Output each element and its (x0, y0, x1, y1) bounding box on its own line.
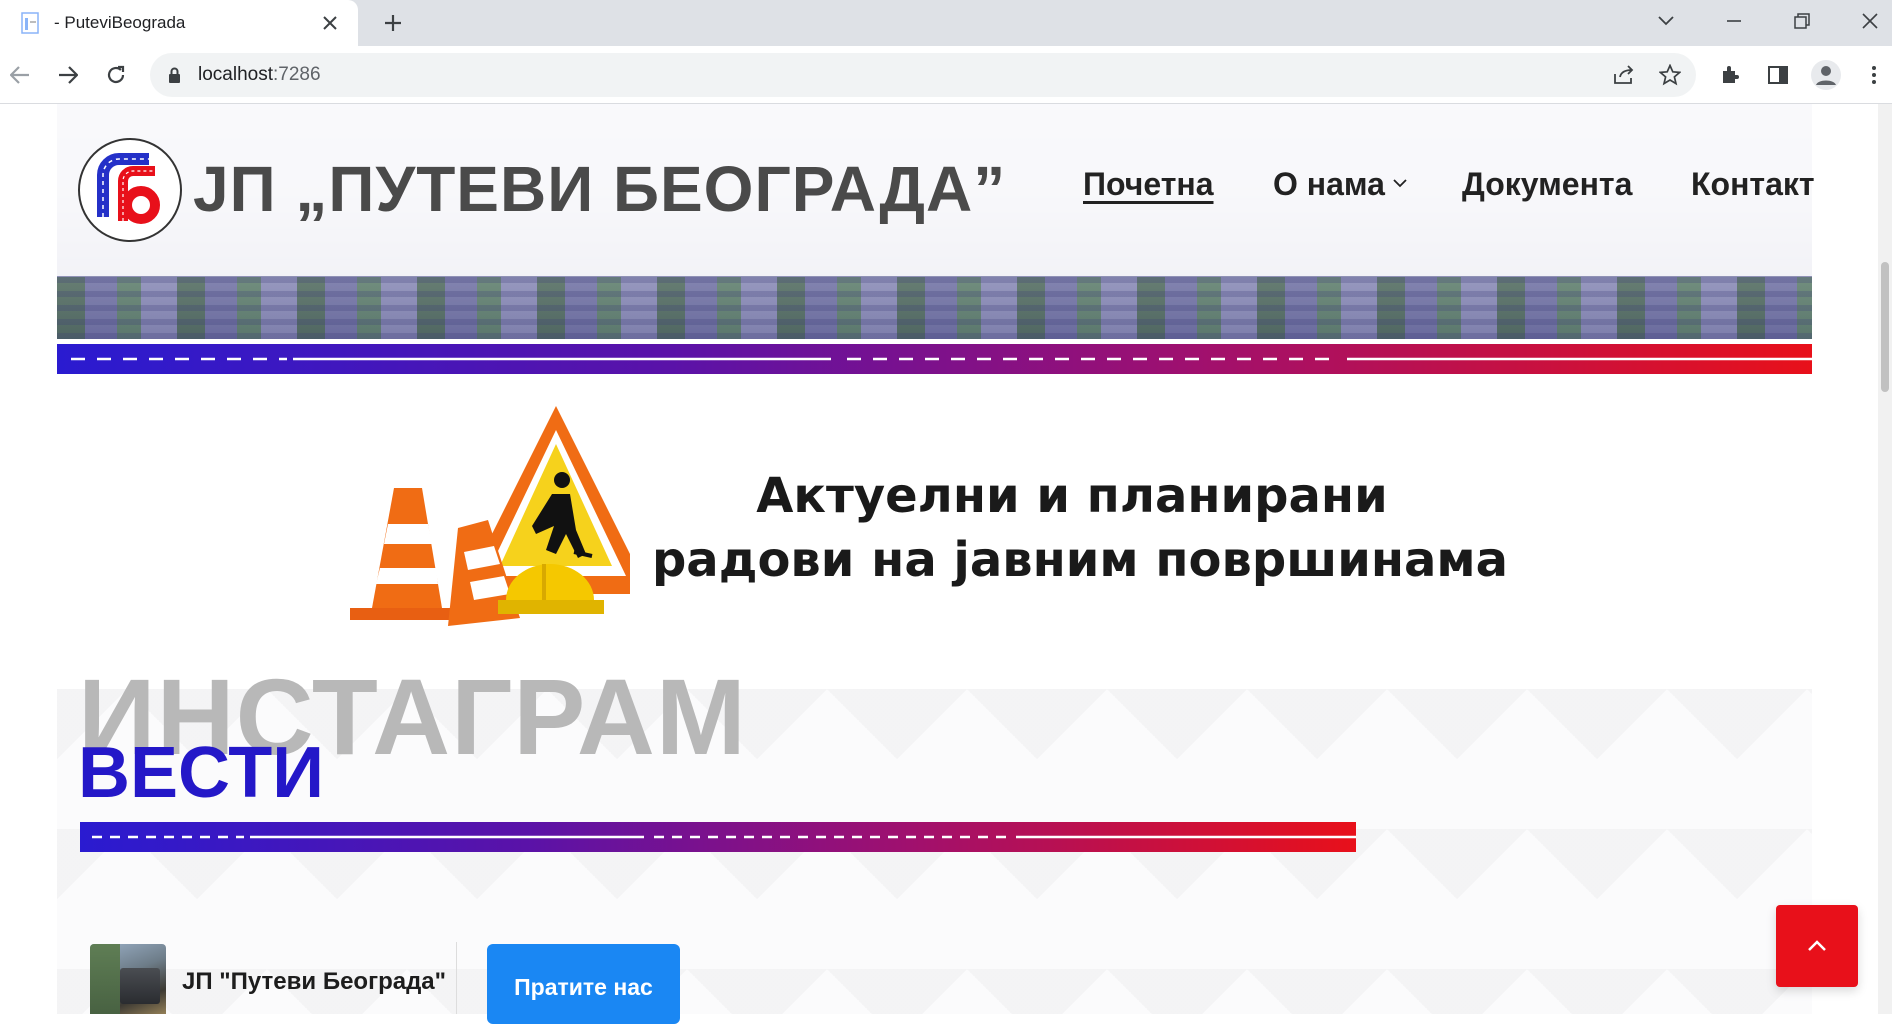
lock-icon[interactable] (168, 66, 182, 84)
nav-item-documents[interactable]: Документа (1462, 162, 1632, 206)
nav-label[interactable]: Почетна (1083, 166, 1214, 203)
chevron-down-icon[interactable] (1393, 175, 1407, 193)
browser-toolbar: localhost:7286 (0, 46, 1892, 104)
avatar-truck (120, 968, 160, 1004)
profile-icon[interactable] (1810, 59, 1842, 91)
page-scrollbar[interactable] (1878, 104, 1892, 1014)
more-menu-icon[interactable] (1858, 59, 1890, 91)
extensions-icon[interactable] (1714, 59, 1746, 91)
roadworks-illustration (350, 406, 650, 626)
chevron-up-icon (1808, 940, 1826, 951)
profile-name[interactable]: ЈП "Путеви Београда" (182, 968, 446, 996)
city-photo-overlay (57, 277, 1812, 339)
works-line-2: радови на јавним површинама (651, 532, 1509, 588)
side-panel-icon[interactable] (1762, 59, 1794, 91)
instagram-profile[interactable]: ЈП "Путеви Београда" (90, 944, 446, 1014)
site-logo[interactable] (77, 137, 183, 243)
star-icon[interactable] (1656, 61, 1684, 89)
avatar[interactable] (90, 944, 166, 1014)
scrollbar-thumb[interactable] (1881, 262, 1889, 392)
browser-tab[interactable]: - PuteviBeograda (0, 0, 358, 46)
profile-divider (456, 942, 457, 1014)
page-viewport: ЈП „ПУТЕВИ БЕОГРАДА” Почетна О нама Доку… (0, 104, 1892, 1014)
news-heading: ВЕСТИ (78, 733, 324, 813)
tab-title: - PuteviBeograda (54, 13, 186, 32)
site-brand-title[interactable]: ЈП „ПУТЕВИ БЕОГРАДА” (193, 152, 1006, 226)
nav-item-contact[interactable]: Контакт (1691, 162, 1815, 206)
page-icon (20, 12, 42, 34)
url-text: localhost:7286 (198, 64, 321, 85)
reload-icon[interactable] (100, 59, 132, 91)
road-divider (57, 344, 1812, 374)
avatar-tree (90, 944, 120, 1014)
site-header: ЈП „ПУТЕВИ БЕОГРАДА” Почетна О нама Доку… (57, 104, 1815, 276)
restore-icon[interactable] (1782, 6, 1822, 36)
minimize-icon[interactable] (1714, 6, 1754, 36)
back-arrow-icon[interactable] (4, 59, 36, 91)
share-icon[interactable] (1610, 61, 1638, 89)
nav-label[interactable]: Документа (1462, 166, 1632, 203)
chevron-down-icon[interactable] (1646, 6, 1686, 36)
close-icon[interactable] (318, 11, 342, 35)
scroll-to-top-button[interactable] (1776, 905, 1858, 987)
nav-label[interactable]: О нама (1273, 166, 1385, 203)
nav-label[interactable]: Контакт (1691, 166, 1815, 203)
plus-icon[interactable] (378, 8, 408, 38)
nav-item-about[interactable]: О нама (1273, 162, 1407, 206)
works-line-1: Актуелни и планирани (756, 468, 1388, 524)
nav-item-home[interactable]: Почетна (1083, 162, 1214, 206)
road-divider-news (80, 822, 1356, 852)
address-bar[interactable]: localhost:7286 (150, 53, 1696, 97)
close-window-icon[interactable] (1850, 6, 1890, 36)
browser-tabbar: - PuteviBeograda (0, 0, 1892, 46)
works-banner[interactable]: Актуелни и планирани радови на јавним по… (330, 404, 1550, 644)
forward-arrow-icon[interactable] (52, 59, 84, 91)
follow-button[interactable]: Пратите нас (487, 944, 680, 1024)
works-banner-text: Актуелни и планирани радови на јавним по… (620, 464, 1520, 592)
